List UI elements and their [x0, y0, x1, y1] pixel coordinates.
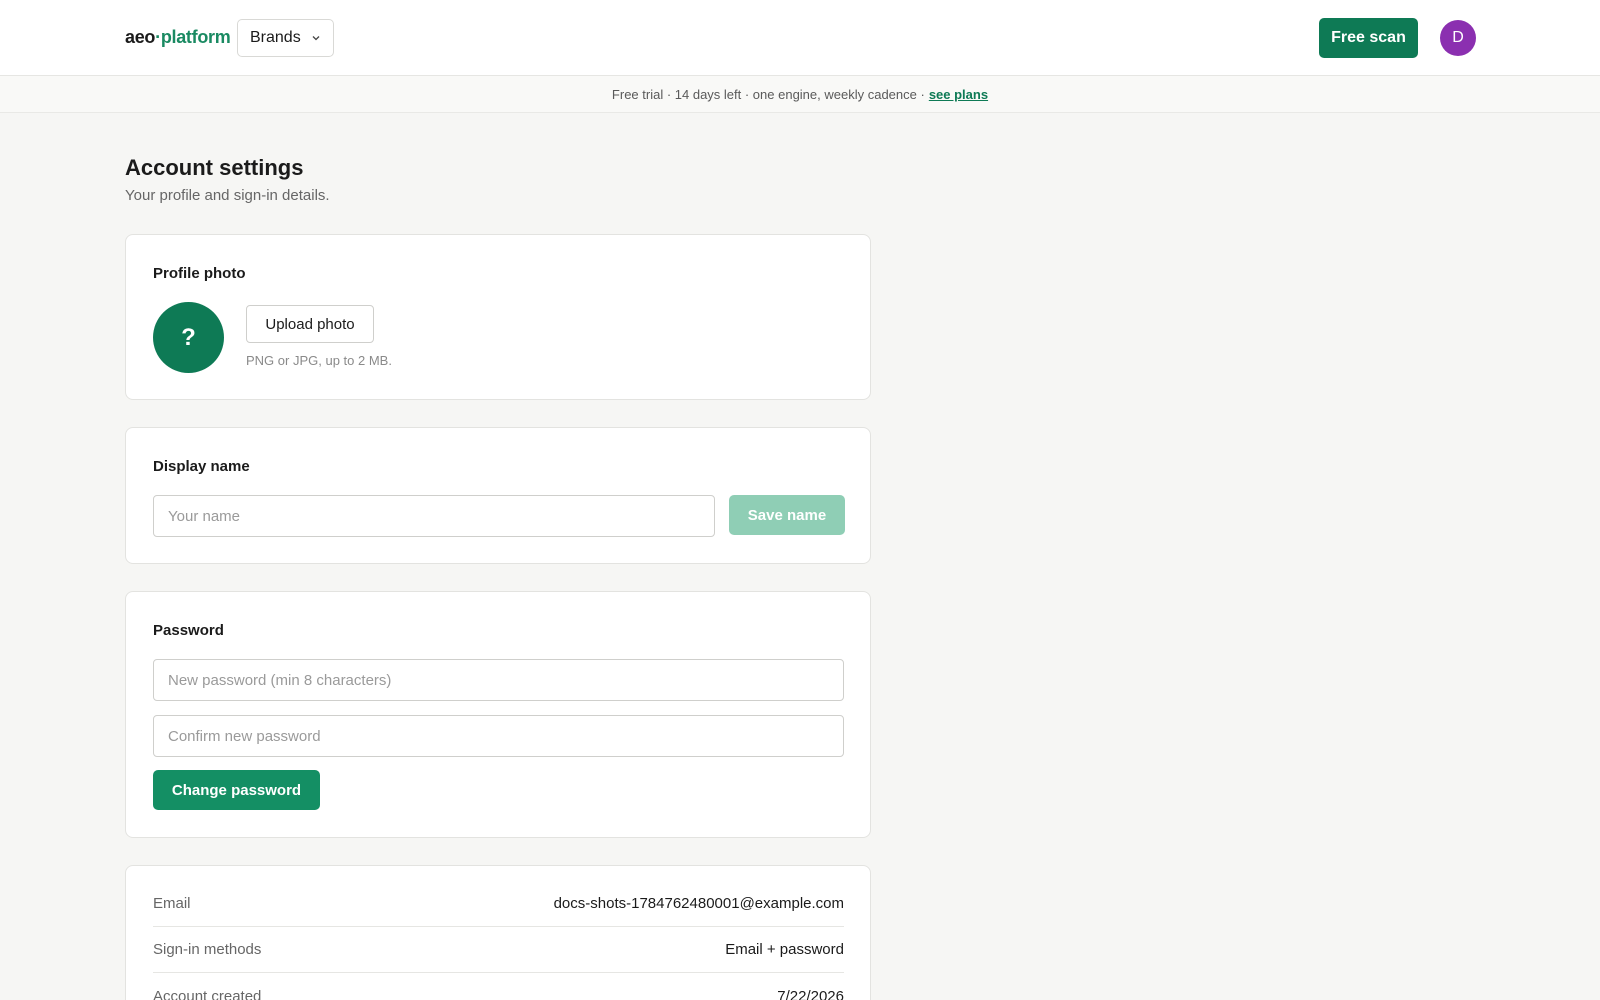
account-created-value: 7/22/2026: [777, 987, 844, 1000]
email-label: Email: [153, 895, 191, 912]
trial-banner: Free trial · 14 days left · one engine, …: [0, 76, 1600, 113]
brands-dropdown[interactable]: Brands: [237, 19, 334, 57]
upload-photo-hint: PNG or JPG, up to 2 MB.: [246, 353, 392, 368]
account-info-row-sign-in-methods: Sign-in methods Email + password: [153, 927, 844, 973]
account-info-row-email: Email docs-shots-1784762480001@example.c…: [153, 881, 844, 927]
sign-in-methods-label: Sign-in methods: [153, 941, 262, 958]
password-card: Password Change password: [125, 591, 871, 838]
save-name-button[interactable]: Save name: [729, 495, 845, 535]
display-name-card: Display name Save name: [125, 427, 871, 564]
confirm-password-input[interactable]: [153, 715, 844, 757]
logo-text-platform: platform: [160, 27, 231, 47]
email-value: docs-shots-1784762480001@example.com: [553, 895, 844, 912]
question-mark-icon: ?: [181, 323, 196, 351]
account-created-label: Account created: [153, 987, 262, 1000]
brands-dropdown-label: Brands: [250, 29, 301, 46]
password-title: Password: [153, 622, 224, 639]
profile-photo-placeholder: ?: [153, 302, 224, 373]
sign-in-methods-value: Email + password: [725, 941, 844, 958]
page-subtitle: Your profile and sign-in details.: [125, 187, 330, 204]
account-info-card: Email docs-shots-1784762480001@example.c…: [125, 865, 871, 1000]
top-navigation-bar: aeo·platform Brands Free scan D: [0, 0, 1600, 76]
logo-text-aeo: aeo: [125, 27, 156, 47]
upload-photo-button[interactable]: Upload photo: [246, 305, 374, 343]
chevron-down-icon: [312, 36, 320, 41]
change-password-button[interactable]: Change password: [153, 770, 320, 810]
trial-banner-text: Free trial · 14 days left · one engine, …: [611, 86, 925, 102]
page-title: Account settings: [125, 155, 304, 180]
free-scan-button[interactable]: Free scan: [1319, 18, 1418, 58]
user-avatar[interactable]: D: [1440, 20, 1476, 56]
new-password-input[interactable]: [153, 659, 844, 701]
app-logo[interactable]: aeo·platform: [125, 27, 231, 48]
profile-photo-title: Profile photo: [153, 265, 246, 282]
display-name-input[interactable]: [153, 495, 715, 537]
see-plans-link[interactable]: see plans: [929, 87, 988, 102]
display-name-title: Display name: [153, 458, 250, 475]
profile-photo-card: Profile photo ? Upload photo PNG or JPG,…: [125, 234, 871, 400]
account-info-row-created: Account created 7/22/2026: [153, 973, 844, 1000]
